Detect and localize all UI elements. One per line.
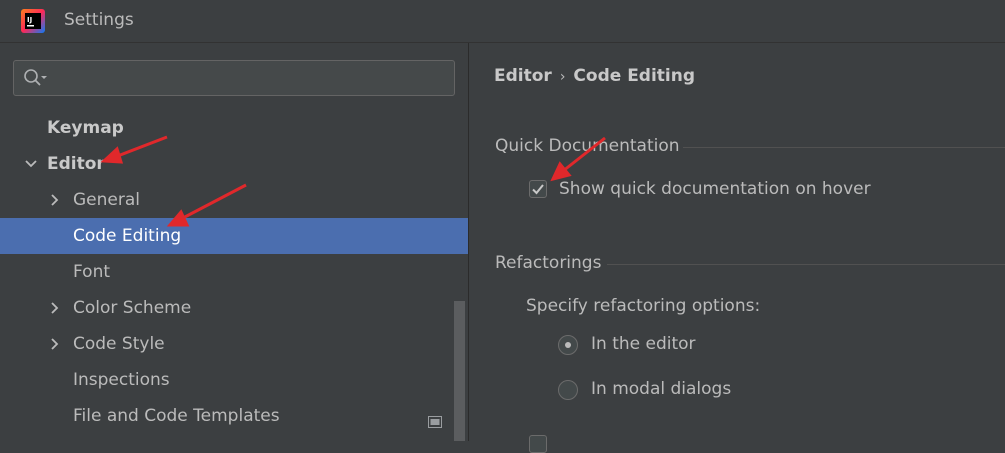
annotation-arrow-checkbox bbox=[550, 136, 606, 182]
annotation-arrows bbox=[100, 135, 606, 227]
annotation-arrow-editor bbox=[100, 135, 168, 164]
annotation-arrow-code-editing bbox=[166, 183, 247, 227]
